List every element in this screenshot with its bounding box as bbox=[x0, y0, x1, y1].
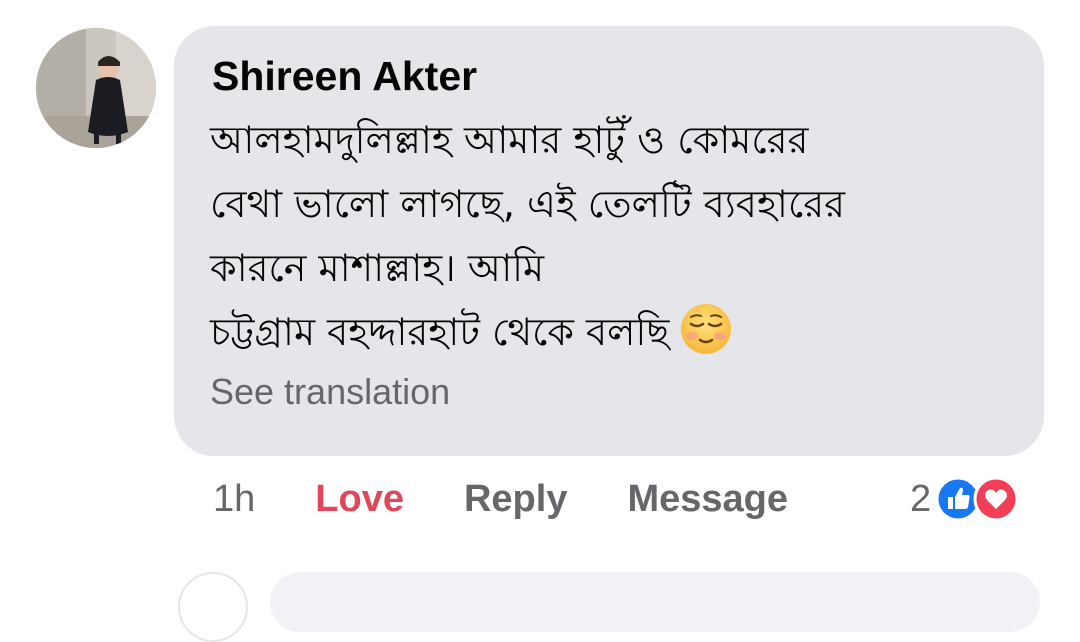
comment-text-line-1: আলহামদুলিল্লাহ আমার হাটুঁ ও কোমরের bbox=[210, 118, 809, 162]
comment-text-line-3: কারনে মাশাল্লাহ। আমি bbox=[210, 246, 545, 290]
reply-button[interactable]: Reply bbox=[464, 478, 567, 521]
relieved-face-emoji-icon bbox=[679, 302, 733, 356]
message-button[interactable]: Message bbox=[627, 478, 788, 521]
comment-actions: 1h Love Reply Message bbox=[213, 470, 788, 528]
reaction-summary[interactable]: 2 bbox=[910, 474, 1019, 524]
next-comment-bubble bbox=[270, 572, 1040, 632]
love-button[interactable]: Love bbox=[315, 478, 404, 521]
comment-text-line-2: বেথা ভালো লাগছে, এই তেলটি ব্যবহারের bbox=[210, 182, 846, 226]
comment-text-line-4-text: চট্টগ্রাম বহদ্দারহাট থেকে বলছি bbox=[210, 310, 670, 354]
comment-author[interactable]: Shireen Akter bbox=[212, 52, 1008, 100]
see-translation-link[interactable]: See translation bbox=[210, 366, 1008, 418]
avatar[interactable] bbox=[36, 28, 156, 148]
profile-photo bbox=[36, 28, 156, 148]
reaction-count: 2 bbox=[910, 477, 932, 520]
comment-bubble: Shireen Akter আলহামদুলিল্লাহ আমার হাটুঁ … bbox=[174, 26, 1044, 456]
love-icon bbox=[973, 476, 1019, 522]
comment-timestamp[interactable]: 1h bbox=[213, 478, 255, 521]
comment-text-line-4: চট্টগ্রাম বহদ্দারহাট থেকে বলছি bbox=[210, 300, 1008, 364]
next-comment-avatar[interactable] bbox=[178, 572, 248, 642]
